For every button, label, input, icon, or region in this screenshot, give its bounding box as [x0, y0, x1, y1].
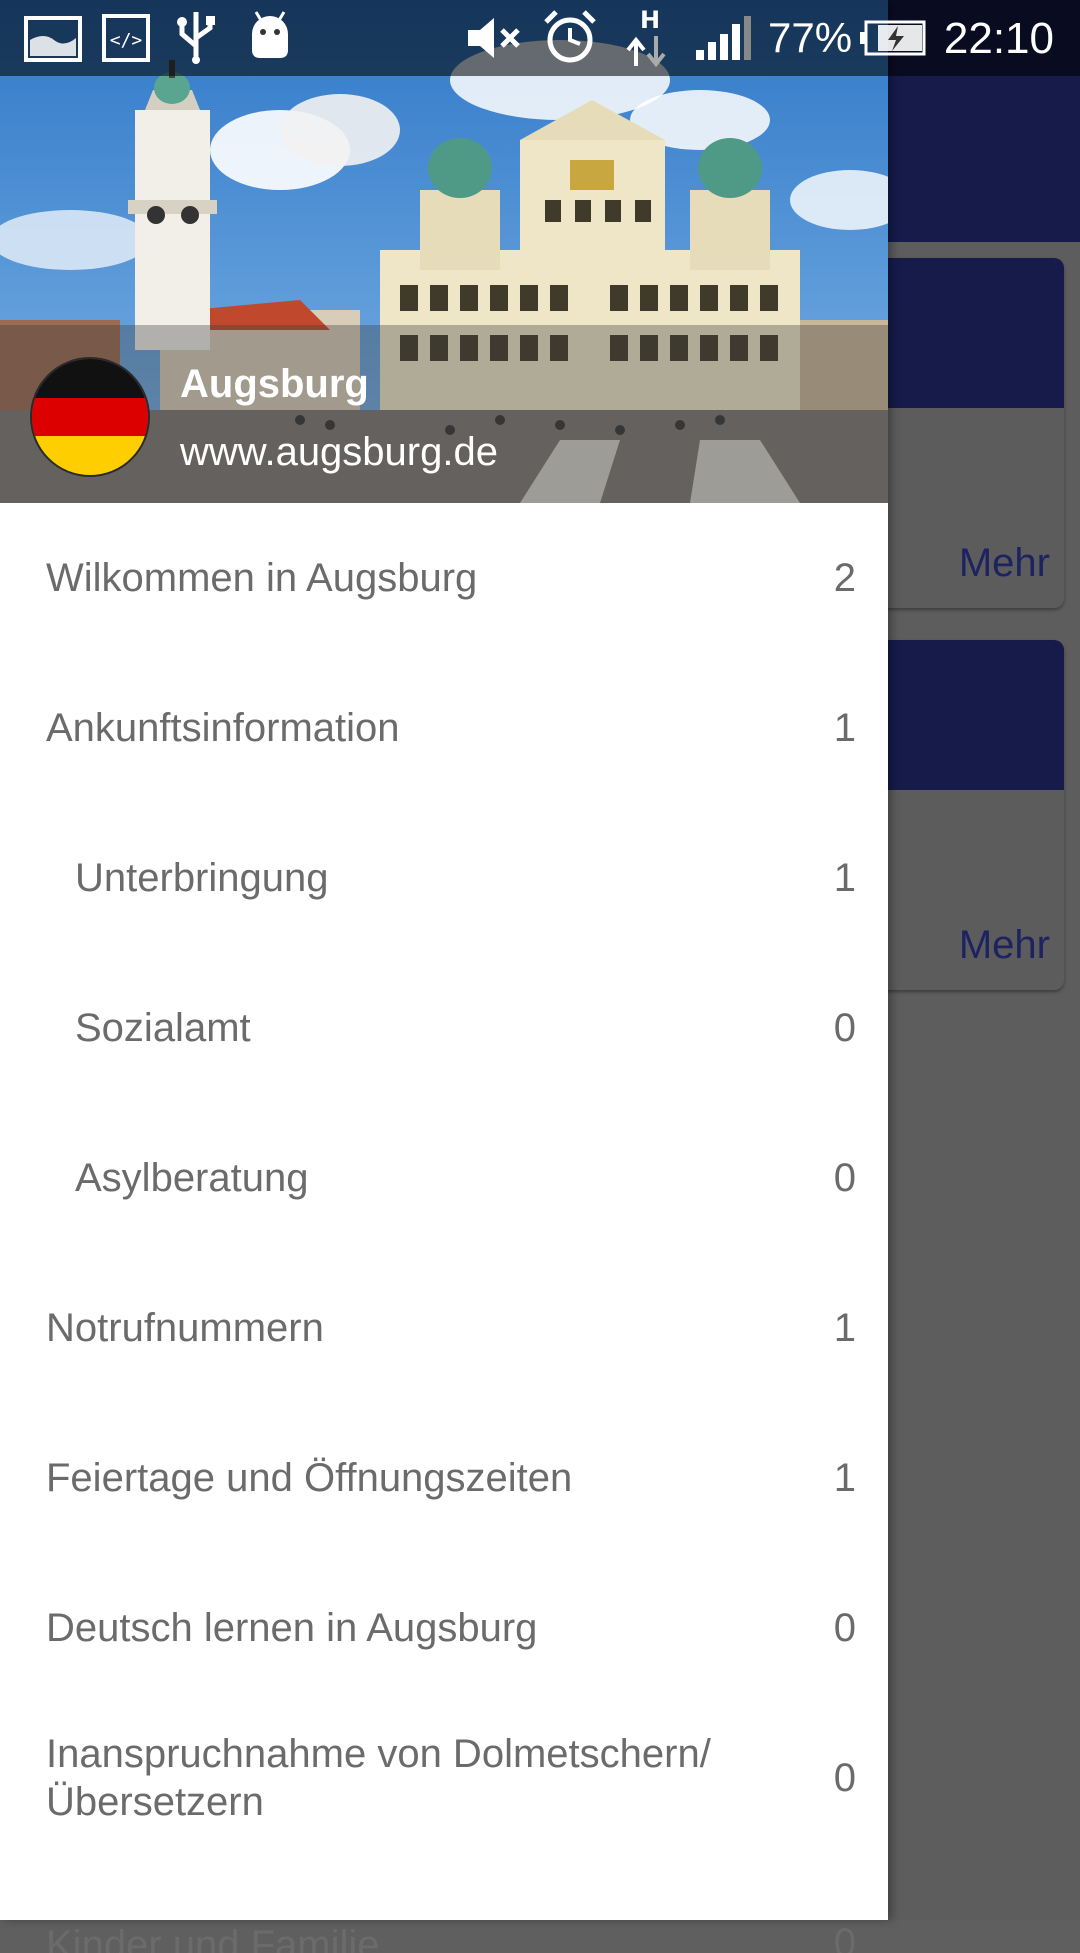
more-button[interactable]: Mehr	[959, 541, 1050, 586]
battery-percent: 77%	[768, 14, 853, 61]
menu-item-label: Sozialamt	[75, 1006, 251, 1050]
menu-item-label: Unterbringung	[75, 856, 329, 900]
alarm-icon	[544, 10, 596, 63]
menu-item-count: 0	[833, 1921, 856, 1953]
menu-item-count: 0	[833, 1755, 856, 1800]
menu-item-asylberatung[interactable]: Asylberatung 0	[0, 1103, 888, 1253]
signal-icon	[696, 16, 751, 60]
content-card: Mehr	[860, 640, 1064, 990]
menu-item-kinder-familie[interactable]: Kinder und Familie 0	[0, 1853, 888, 1953]
menu-item-count: 1	[833, 855, 856, 900]
android-icon	[252, 11, 288, 58]
menu-item-unterbringung[interactable]: Unterbringung 1	[0, 803, 888, 953]
menu-item-label: Inanspruchnahme von Dolmetschern/ Überse…	[46, 1732, 711, 1824]
menu-item-deutsch-lernen[interactable]: Deutsch lernen in Augsburg 0	[0, 1553, 888, 1703]
drawer-menu: Wilkommen in Augsburg 2 Ankunftsinformat…	[0, 503, 888, 1953]
clock: 22:10	[943, 14, 1054, 63]
menu-item-feiertage[interactable]: Feiertage und Öffnungszeiten 1	[0, 1403, 888, 1553]
network-h-icon: H	[626, 6, 666, 68]
content-card: Mehr	[860, 258, 1064, 608]
svg-text:</>: </>	[110, 30, 143, 51]
menu-item-label: Asylberatung	[75, 1156, 309, 1200]
menu-item-label: Ankunftsinformation	[46, 706, 400, 750]
menu-item-count: 1	[833, 705, 856, 750]
code-icon: </>	[102, 14, 150, 62]
menu-item-notrufnummern[interactable]: Notrufnummern 1	[0, 1253, 888, 1403]
svg-text:H: H	[640, 6, 660, 34]
navigation-drawer: Augsburg www.augsburg.de Wilkommen in Au…	[0, 0, 888, 1953]
more-button[interactable]: Mehr	[959, 923, 1050, 968]
header-title: Augsburg	[180, 362, 369, 406]
menu-item-label: Feiertage und Öffnungszeiten	[46, 1456, 573, 1500]
menu-item-ankunftsinformation[interactable]: Ankunftsinformation 1	[0, 653, 888, 803]
menu-item-count: 2	[833, 555, 856, 600]
menu-item-label: Deutsch lernen in Augsburg	[46, 1606, 538, 1650]
menu-item-sozialamt[interactable]: Sozialamt 0	[0, 953, 888, 1103]
menu-item-dolmetscher[interactable]: Inanspruchnahme von Dolmetschern/ Überse…	[0, 1703, 888, 1853]
menu-item-wilkommen[interactable]: Wilkommen in Augsburg 2	[0, 503, 888, 653]
menu-item-count: 0	[833, 1005, 856, 1050]
menu-item-count: 1	[833, 1455, 856, 1500]
battery-charging-icon	[860, 20, 926, 56]
menu-item-label: Kinder und Familie	[46, 1923, 380, 1953]
flag-avatar	[30, 357, 150, 477]
menu-item-label: Notrufnummern	[46, 1306, 324, 1350]
gallery-icon	[24, 16, 82, 62]
mute-icon	[468, 18, 520, 58]
menu-item-label: Wilkommen in Augsburg	[46, 556, 478, 600]
menu-item-count: 1	[833, 1305, 856, 1350]
menu-item-count: 0	[833, 1155, 856, 1200]
header-website[interactable]: www.augsburg.de	[180, 430, 498, 475]
usb-icon	[177, 12, 215, 64]
status-bar: </> H 77% 22:10	[0, 0, 1080, 76]
menu-item-count: 0	[833, 1605, 856, 1650]
